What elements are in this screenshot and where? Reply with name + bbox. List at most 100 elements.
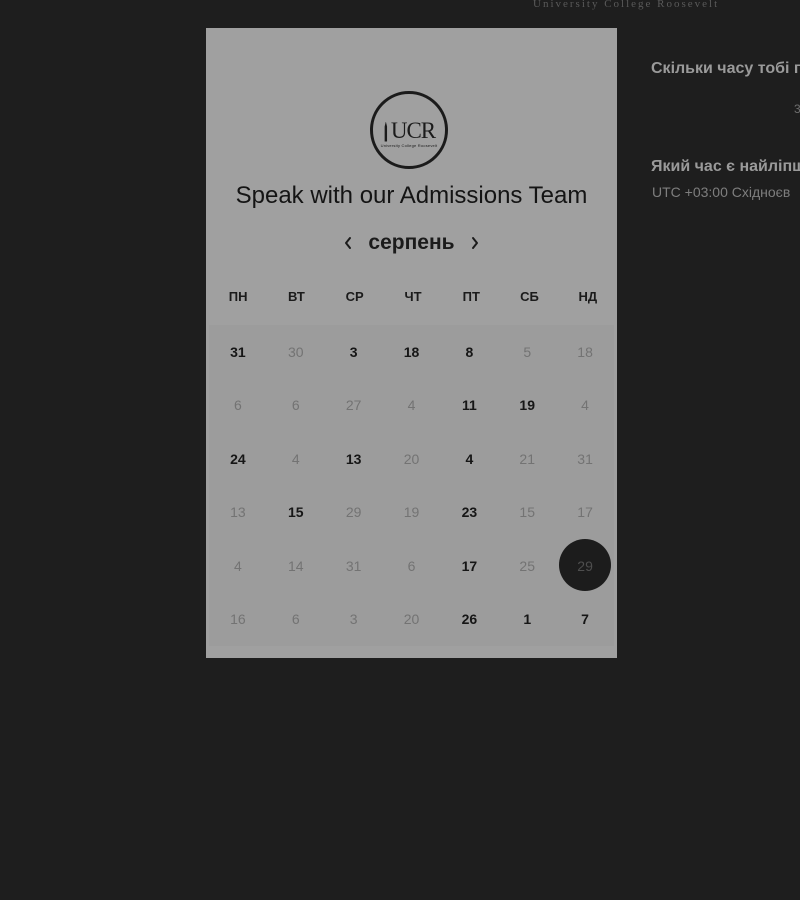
day-cell: 31 [325,539,383,593]
page: University College Roosevelt UCR Univers… [0,0,800,900]
next-month-button[interactable] [461,231,489,255]
day-cell: 13 [209,486,267,540]
day-cell: 20 [383,593,441,647]
day-cell[interactable]: 15 [267,486,325,540]
day-number: 17 [577,504,593,521]
day-number: 13 [230,504,246,521]
day-cell[interactable]: 1 [498,593,556,647]
duration-question: Скільки часу тобі п [651,60,800,77]
day-cell[interactable]: 23 [440,486,498,540]
day-number: 26 [461,611,478,628]
day-number: 11 [461,397,477,414]
day-cell: 20 [383,432,441,486]
day-number: 7 [581,611,589,628]
duration-option[interactable]: 3 [794,102,800,116]
day-cell: 19 [383,486,441,540]
day-cell[interactable]: 17 [440,539,498,593]
day-number: 20 [403,611,420,628]
day-cell[interactable]: 18 [383,325,441,379]
day-number: 6 [291,397,300,414]
day-cell: 4 [209,539,267,593]
time-question: Який час є найліпш [651,158,800,175]
day-number: 31 [230,343,246,360]
day-cell: 17 [556,486,614,540]
weekday-label: СБ [520,289,539,304]
day-number: 19 [403,504,420,521]
chevron-right-icon [471,237,478,249]
day-cell[interactable]: 4 [440,432,498,486]
day-number: 4 [407,397,416,414]
day-number: 31 [577,450,593,467]
day-number: 29 [345,504,362,521]
day-cell-selected[interactable]: 29 [556,539,614,593]
day-number: 6 [234,397,242,414]
day-cell: 3 [325,593,383,647]
right-panel: Скільки часу тобі п 3 Який час є найліпш… [651,0,800,900]
day-cell: 21 [498,432,556,486]
weekday-label: ЧТ [404,289,422,304]
day-number: 4 [291,450,300,467]
day-number: 14 [287,557,304,574]
weekday-label: СР [345,289,364,304]
day-cell: 25 [498,539,556,593]
day-number: 21 [519,450,535,467]
month-label: серпень [368,231,455,254]
day-number: 17 [461,557,478,574]
chevron-left-icon [345,237,352,249]
day-cell[interactable]: 3 [325,325,383,379]
day-cell: 14 [267,539,325,593]
day-number: 4 [465,450,474,467]
day-number: 4 [234,557,242,574]
day-number: 24 [230,450,246,467]
day-cell[interactable]: 31 [209,325,267,379]
day-number: 23 [461,504,478,521]
day-number: 30 [287,343,304,360]
day-cell[interactable]: 8 [440,325,498,379]
day-cell: 16 [209,593,267,647]
weekday-label: НД [578,289,598,304]
day-number: 8 [465,343,474,360]
day-cell[interactable]: 13 [325,432,383,486]
weekday-label: ВТ [288,289,305,304]
day-number: 1 [523,611,532,628]
day-number: 13 [345,450,362,467]
day-number: 16 [230,611,246,628]
day-number: 15 [519,504,535,521]
day-cell: 4 [556,379,614,433]
day-number: 5 [523,343,532,360]
day-cell[interactable]: 26 [440,593,498,647]
day-cell: 18 [556,325,614,379]
day-cell: 4 [383,379,441,433]
calendar-card: UCR University College Roosevelt Speak w… [206,28,617,658]
day-cell[interactable]: 11 [440,379,498,433]
month-navigation: серпень [206,231,617,255]
day-number: 6 [407,557,416,574]
day-number: 19 [519,397,535,414]
day-cell[interactable]: 7 [556,593,614,647]
day-number: 18 [403,343,420,360]
day-number: 3 [349,611,358,628]
day-number: 4 [581,397,589,414]
day-cell: 15 [498,486,556,540]
day-cell: 5 [498,325,556,379]
day-cell: 6 [267,593,325,647]
weekday-header: ПН ВТ СР ЧТ ПТ СБ НД [209,289,617,304]
day-number: 18 [577,343,593,360]
day-grid: 31 30 3 18 8 5 18 6 6 27 4 11 19 4 24 4 13 20 4 21 31 13 15 29 1… [209,325,614,646]
day-cell: 4 [267,432,325,486]
day-cell: 31 [556,432,614,486]
tower-icon [384,121,388,142]
prev-month-button[interactable] [334,231,362,255]
day-cell[interactable]: 24 [209,432,267,486]
day-cell[interactable]: 19 [498,379,556,433]
timezone-selector[interactable]: UTC +03:00 Східноєв [652,184,790,200]
day-cell: 6 [267,379,325,433]
day-number: 20 [403,450,420,467]
day-cell: 30 [267,325,325,379]
day-cell: 6 [209,379,267,433]
day-number: 25 [519,557,535,574]
day-number: 29 [577,557,593,574]
ucr-logo: UCR University College Roosevelt [370,91,448,169]
day-number: 3 [349,343,358,360]
weekday-label: ПН [228,289,248,304]
